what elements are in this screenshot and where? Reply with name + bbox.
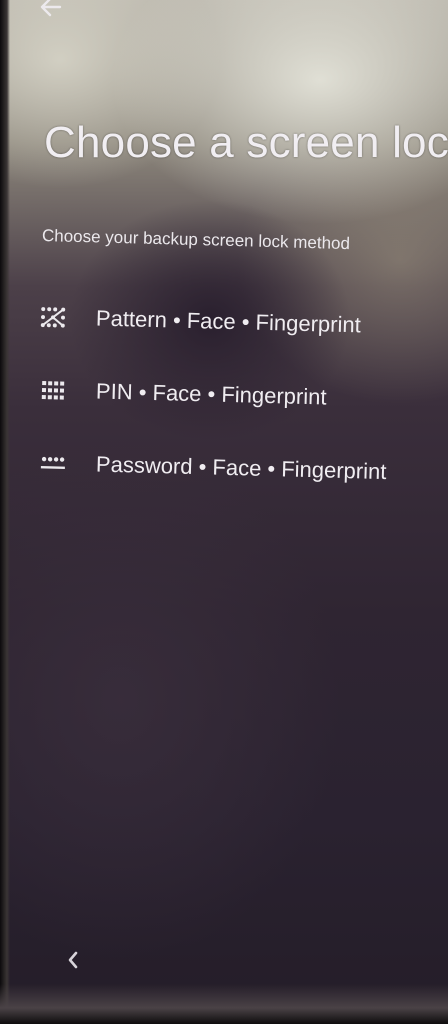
pattern-icon [40, 306, 67, 329]
arrow-left-icon[interactable] [38, 0, 64, 25]
page-subtitle: Choose your backup screen lock method [41, 226, 351, 254]
option-pattern[interactable]: Pattern • Face • Fingerprint [40, 304, 361, 338]
option-label: Password • Face • Fingerprint [95, 451, 387, 485]
option-password[interactable]: Password • Face • Fingerprint [40, 450, 387, 485]
option-label: Pattern • Face • Fingerprint [95, 305, 362, 338]
option-pin[interactable]: PIN • Face • Fingerprint [40, 377, 327, 410]
password-icon [40, 452, 67, 475]
chevron-left-icon[interactable] [66, 950, 80, 976]
page-title: Choose a screen loc [44, 118, 448, 167]
device-bottom-edge [0, 984, 448, 1024]
screen-lock-setup-screen: Choose a screen loc Choose your backup s… [0, 0, 448, 1024]
pin-keypad-icon [40, 379, 67, 402]
option-label: PIN • Face • Fingerprint [95, 378, 327, 410]
device-edge [0, 0, 10, 1024]
